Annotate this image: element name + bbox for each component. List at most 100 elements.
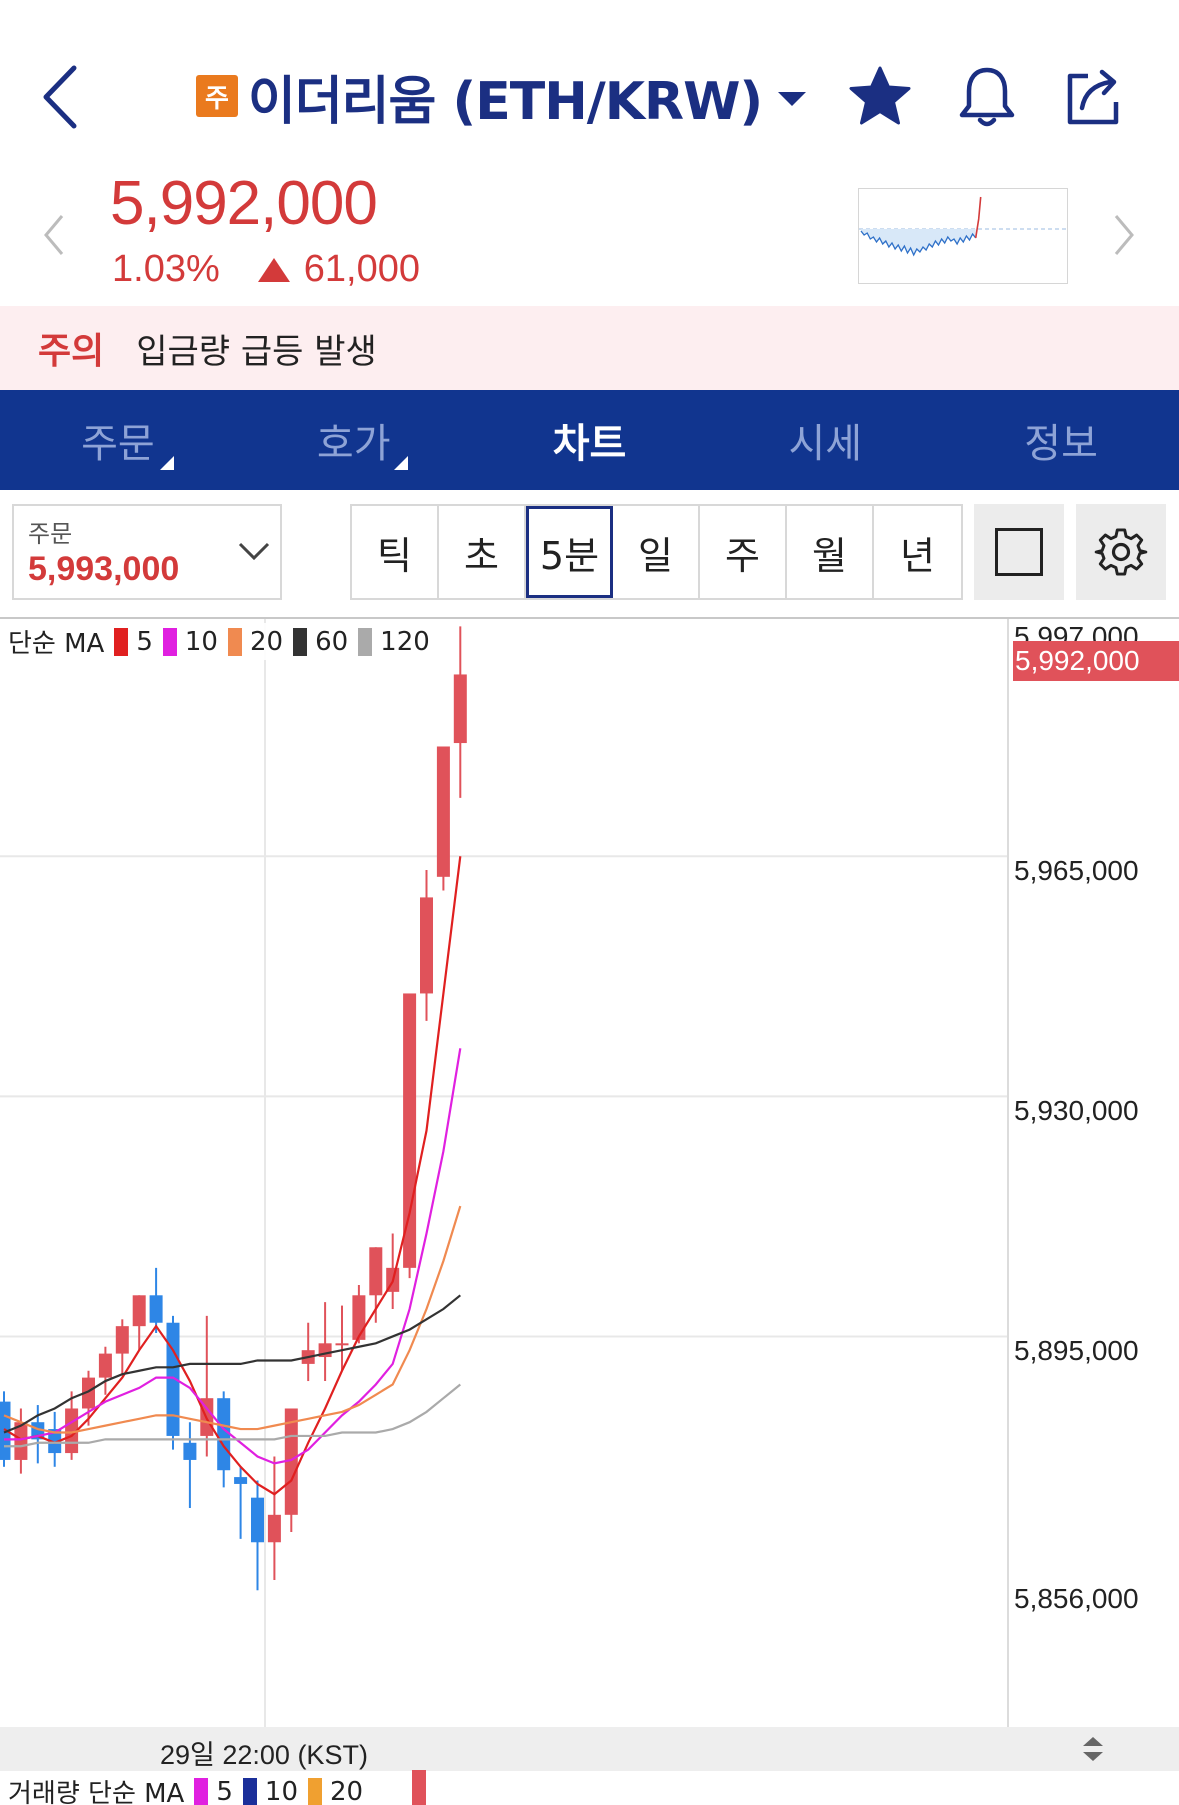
volume-legend: 거래량 단순 MA 5 10 20 <box>8 1773 363 1805</box>
next-coin-button[interactable] <box>1108 212 1138 258</box>
tab-label: 주문 <box>81 421 155 467</box>
order-value: 5,993,000 <box>28 550 180 588</box>
ma-5-label: 5 <box>136 626 153 657</box>
vol-ma-10-swatch <box>242 1777 257 1805</box>
candle-body <box>436 746 450 877</box>
favorite-button[interactable] <box>845 62 915 132</box>
order-price-select[interactable]: 주문 5,993,000 <box>12 504 282 600</box>
candle-body <box>234 1477 248 1484</box>
ma-60-label: 60 <box>315 626 349 657</box>
y-tick: 5,856,000 <box>1014 1583 1139 1614</box>
main-tabs: 주문 호가 차트 시세 정보 <box>0 390 1179 490</box>
period-day-button[interactable]: 일 <box>613 506 700 598</box>
square-icon <box>995 528 1043 576</box>
tab-info[interactable]: 정보 <box>943 390 1179 490</box>
share-icon <box>1067 69 1119 125</box>
period-year-button[interactable]: 년 <box>874 506 961 598</box>
back-icon <box>43 65 77 129</box>
ma-10-swatch <box>162 627 177 656</box>
page-title: 이더리움 (ETH/KRW) <box>248 71 763 132</box>
period-tick-button[interactable]: 틱 <box>352 506 439 598</box>
period-week-button[interactable]: 주 <box>700 506 787 598</box>
tab-label: 시세 <box>788 421 863 467</box>
coin-selector[interactable]: 주 이더리움 (ETH/KRW) <box>196 64 807 132</box>
candle-body <box>369 1247 383 1296</box>
ma-20-label: 20 <box>249 626 284 657</box>
app-screen: 주 이더리움 (ETH/KRW) 5,992,000 1.03% 61,000 … <box>0 0 1179 1805</box>
current-price: 5,992,000 <box>110 169 378 238</box>
fullscreen-button[interactable] <box>974 504 1064 600</box>
bell-icon <box>959 67 1015 127</box>
tab-label: 정보 <box>1024 421 1098 467</box>
tab-orderbook[interactable]: 호가 <box>236 390 472 490</box>
candle-body <box>217 1398 231 1471</box>
candle-body <box>403 993 417 1268</box>
current-price-marker: 5,992,000 <box>1013 641 1179 681</box>
price-change: 1.03% 61,000 <box>112 248 420 291</box>
ma-60-swatch <box>293 627 308 656</box>
period-second-button[interactable]: 초 <box>439 506 526 598</box>
ma-120-swatch <box>358 627 373 656</box>
tab-order[interactable]: 주문 <box>0 390 236 490</box>
candle-body <box>420 897 433 994</box>
change-amount: 61,000 <box>303 248 420 290</box>
change-rate: 1.03% <box>112 248 220 290</box>
order-label: 주문 <box>28 520 73 548</box>
share-button[interactable] <box>1058 62 1128 132</box>
candle-body <box>335 1343 349 1346</box>
time-label: 29일 22:00 (KST) <box>160 1740 368 1770</box>
period-month-button[interactable]: 월 <box>787 506 874 598</box>
chevron-left-icon <box>44 215 64 255</box>
alarm-button[interactable] <box>952 62 1022 132</box>
back-button[interactable] <box>38 62 88 132</box>
candle-body <box>183 1442 197 1460</box>
tab-label: 호가 <box>316 421 391 467</box>
gear-icon <box>1094 528 1148 576</box>
chevron-down-icon <box>238 542 270 561</box>
mini-chart[interactable] <box>858 188 1068 284</box>
y-tick: 5,965,000 <box>1014 855 1139 886</box>
tab-label: 차트 <box>552 421 627 467</box>
period-selector: 틱 초 5분 일 주 월 년 <box>350 504 963 600</box>
chevron-right-icon <box>1114 215 1134 255</box>
volume-bar <box>412 1770 426 1805</box>
candle-body <box>267 1514 281 1543</box>
resize-icon[interactable] <box>1080 1735 1106 1763</box>
star-icon <box>849 66 911 125</box>
candle-body <box>149 1295 163 1323</box>
volume-legend-title: 거래량 단순 MA <box>8 1779 185 1805</box>
up-triangle-icon <box>257 257 290 282</box>
candlestick-plot <box>0 619 1009 1727</box>
quote-summary: 5,992,000 1.03% 61,000 <box>0 160 1179 306</box>
corner-indicator-icon <box>393 456 408 470</box>
market-badge: 주 <box>196 75 238 117</box>
settings-button[interactable] <box>1076 504 1166 600</box>
candle-body <box>132 1295 146 1327</box>
chevron-down-icon <box>778 92 807 106</box>
ma-legend: 단순 MA 5 10 20 60 120 <box>8 623 430 660</box>
corner-indicator-icon <box>160 456 174 470</box>
period-5min-button[interactable]: 5분 <box>526 506 613 598</box>
candle-body <box>453 674 467 744</box>
ma-5-swatch <box>114 627 129 656</box>
alert-message: 입금량 급등 발생 <box>136 331 377 372</box>
vol-ma-20-label: 20 <box>330 1776 364 1805</box>
ma-120-label: 120 <box>380 626 430 657</box>
vol-ma-5-swatch <box>194 1777 209 1805</box>
candle-body <box>251 1497 264 1543</box>
candle-body <box>98 1353 112 1378</box>
sparkline-surge <box>974 196 982 239</box>
candle-body <box>352 1295 366 1340</box>
ma-10-label: 10 <box>184 626 218 657</box>
vol-ma-20-swatch <box>308 1777 322 1805</box>
y-tick: 5,895,000 <box>1014 1335 1139 1366</box>
vol-ma-10-label: 10 <box>264 1776 298 1805</box>
tab-market-price[interactable]: 시세 <box>707 390 943 490</box>
time-axis[interactable]: 29일 22:00 (KST) <box>0 1727 1179 1771</box>
chart-toolbar: 주문 5,993,000 틱 초 5분 일 주 월 년 <box>0 490 1179 618</box>
prev-coin-button[interactable] <box>40 212 70 258</box>
alert-banner[interactable]: 주의 입금량 급등 발생 <box>0 306 1179 390</box>
price-chart[interactable]: 단순 MA 5 10 20 60 120 5,997,000 5,992,000… <box>0 617 1179 1727</box>
tab-chart[interactable]: 차트 <box>472 390 708 490</box>
ma-20-swatch <box>227 627 242 656</box>
